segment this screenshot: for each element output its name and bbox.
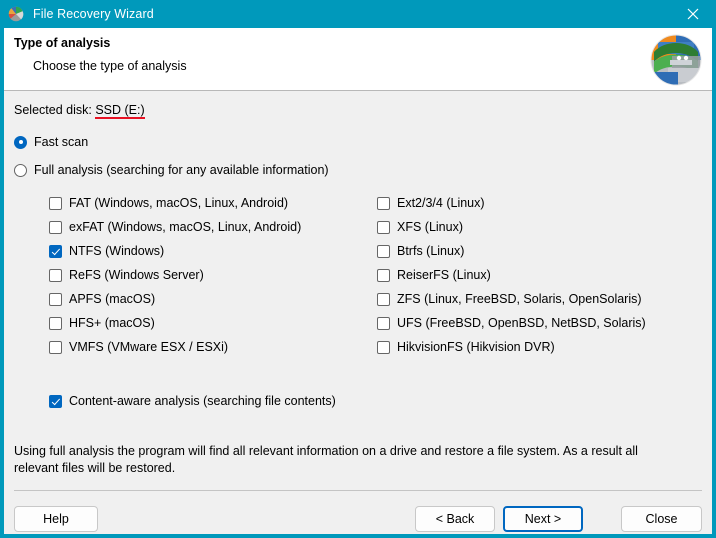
checkbox-refs[interactable]: ReFS (Windows Server) (49, 268, 204, 282)
checkbox-fat[interactable]: FAT (Windows, macOS, Linux, Android) (49, 196, 288, 210)
checkbox-indicator-content-aware[interactable] (49, 394, 62, 408)
checkbox-indicator-hikvisionfs[interactable] (377, 340, 390, 354)
recovery-disk-logo (648, 32, 704, 88)
radio-full-analysis[interactable]: Full analysis (searching for any availab… (14, 163, 329, 177)
back-button[interactable]: < Back (415, 506, 495, 532)
checkbox-content-aware-analysis[interactable]: Content-aware analysis (searching file c… (49, 394, 336, 408)
checkbox-indicator-ntfs[interactable] (49, 244, 62, 258)
checkbox-label-refs: ReFS (Windows Server) (69, 268, 204, 282)
checkbox-label-content-aware: Content-aware analysis (searching file c… (69, 394, 336, 408)
checkbox-indicator-vmfs[interactable] (49, 340, 62, 354)
checkbox-hfs-plus[interactable]: HFS+ (macOS) (49, 316, 155, 330)
checkbox-label-fat: FAT (Windows, macOS, Linux, Android) (69, 196, 289, 210)
checkbox-label-btrfs: Btrfs (Linux) (397, 244, 465, 258)
window-edge-bottom (0, 534, 716, 538)
wizard-header: Type of analysis Choose the type of anal… (0, 28, 716, 91)
checkbox-reiserfs[interactable]: ReiserFS (Linux) (377, 268, 491, 282)
checkbox-label-xfs: XFS (Linux) (397, 220, 463, 234)
wizard-body: Selected disk: SSD (E:) Fast scan Full a… (0, 91, 716, 538)
radio-indicator-fast-scan[interactable] (14, 135, 27, 149)
checkbox-ext234[interactable]: Ext2/3/4 (Linux) (377, 196, 485, 210)
checkbox-ufs[interactable]: UFS (FreeBSD, OpenBSD, NetBSD, Solaris) (377, 316, 646, 330)
checkbox-hikvisionfs[interactable]: HikvisionFS (Hikvision DVR) (377, 340, 555, 354)
checkbox-label-ntfs: NTFS (Windows) (69, 244, 165, 258)
description-text: Using full analysis the program will fin… (14, 444, 638, 475)
checkbox-label-vmfs: VMFS (VMware ESX / ESXi) (69, 340, 229, 354)
checkbox-label-hikvisionfs: HikvisionFS (Hikvision DVR) (397, 340, 555, 354)
checkbox-indicator-zfs[interactable] (377, 292, 390, 306)
checkbox-indicator-fat[interactable] (49, 196, 62, 210)
checkbox-indicator-exfat[interactable] (49, 220, 62, 234)
selected-disk-row: Selected disk: SSD (E:) (14, 103, 145, 119)
checkbox-label-ext234: Ext2/3/4 (Linux) (397, 196, 485, 210)
disk-pie-icon (8, 6, 24, 22)
checkbox-label-exfat: exFAT (Windows, macOS, Linux, Android) (69, 220, 302, 234)
checkbox-indicator-apfs[interactable] (49, 292, 62, 306)
selected-disk-label: Selected disk: (14, 103, 92, 117)
radio-indicator-full-analysis[interactable] (14, 163, 27, 177)
checkbox-label-zfs: ZFS (Linux, FreeBSD, Solaris, OpenSolari… (397, 292, 642, 306)
page-title: Type of analysis (14, 36, 111, 50)
radio-label-fast-scan: Fast scan (34, 135, 89, 149)
window-edge-left (0, 28, 4, 538)
window-edge-right (712, 28, 716, 538)
footer-divider (14, 490, 702, 491)
checkbox-indicator-btrfs[interactable] (377, 244, 390, 258)
checkbox-indicator-refs[interactable] (49, 268, 62, 282)
next-button[interactable]: Next > (503, 506, 583, 532)
close-dialog-button[interactable]: Close (621, 506, 702, 532)
file-recovery-wizard-window: File Recovery Wizard Type of analysis Ch… (0, 0, 716, 538)
checkbox-apfs[interactable]: APFS (macOS) (49, 292, 155, 306)
checkbox-indicator-ufs[interactable] (377, 316, 390, 330)
radio-label-full-analysis: Full analysis (searching for any availab… (34, 163, 329, 177)
window-title: File Recovery Wizard (33, 7, 154, 21)
help-button[interactable]: Help (14, 506, 98, 532)
checkbox-zfs[interactable]: ZFS (Linux, FreeBSD, Solaris, OpenSolari… (377, 292, 642, 306)
checkbox-label-apfs: APFS (macOS) (69, 292, 156, 306)
checkbox-ntfs[interactable]: NTFS (Windows) (49, 244, 164, 258)
checkbox-indicator-reiserfs[interactable] (377, 268, 390, 282)
checkbox-indicator-hfs-plus[interactable] (49, 316, 62, 330)
checkbox-label-hfs-plus: HFS+ (macOS) (69, 316, 155, 330)
title-bar: File Recovery Wizard (0, 0, 716, 28)
checkbox-xfs[interactable]: XFS (Linux) (377, 220, 463, 234)
page-subtitle: Choose the type of analysis (33, 59, 187, 73)
checkbox-btrfs[interactable]: Btrfs (Linux) (377, 244, 464, 258)
checkbox-indicator-ext234[interactable] (377, 196, 390, 210)
checkbox-label-reiserfs: ReiserFS (Linux) (397, 268, 491, 282)
close-button[interactable] (670, 0, 716, 28)
close-icon (687, 8, 699, 20)
checkbox-indicator-xfs[interactable] (377, 220, 390, 234)
selected-disk-value[interactable]: SSD (E:) (95, 103, 145, 119)
checkbox-label-ufs: UFS (FreeBSD, OpenBSD, NetBSD, Solaris) (397, 316, 646, 330)
checkbox-vmfs[interactable]: VMFS (VMware ESX / ESXi) (49, 340, 228, 354)
radio-fast-scan[interactable]: Fast scan (14, 135, 88, 149)
checkbox-exfat[interactable]: exFAT (Windows, macOS, Linux, Android) (49, 220, 301, 234)
